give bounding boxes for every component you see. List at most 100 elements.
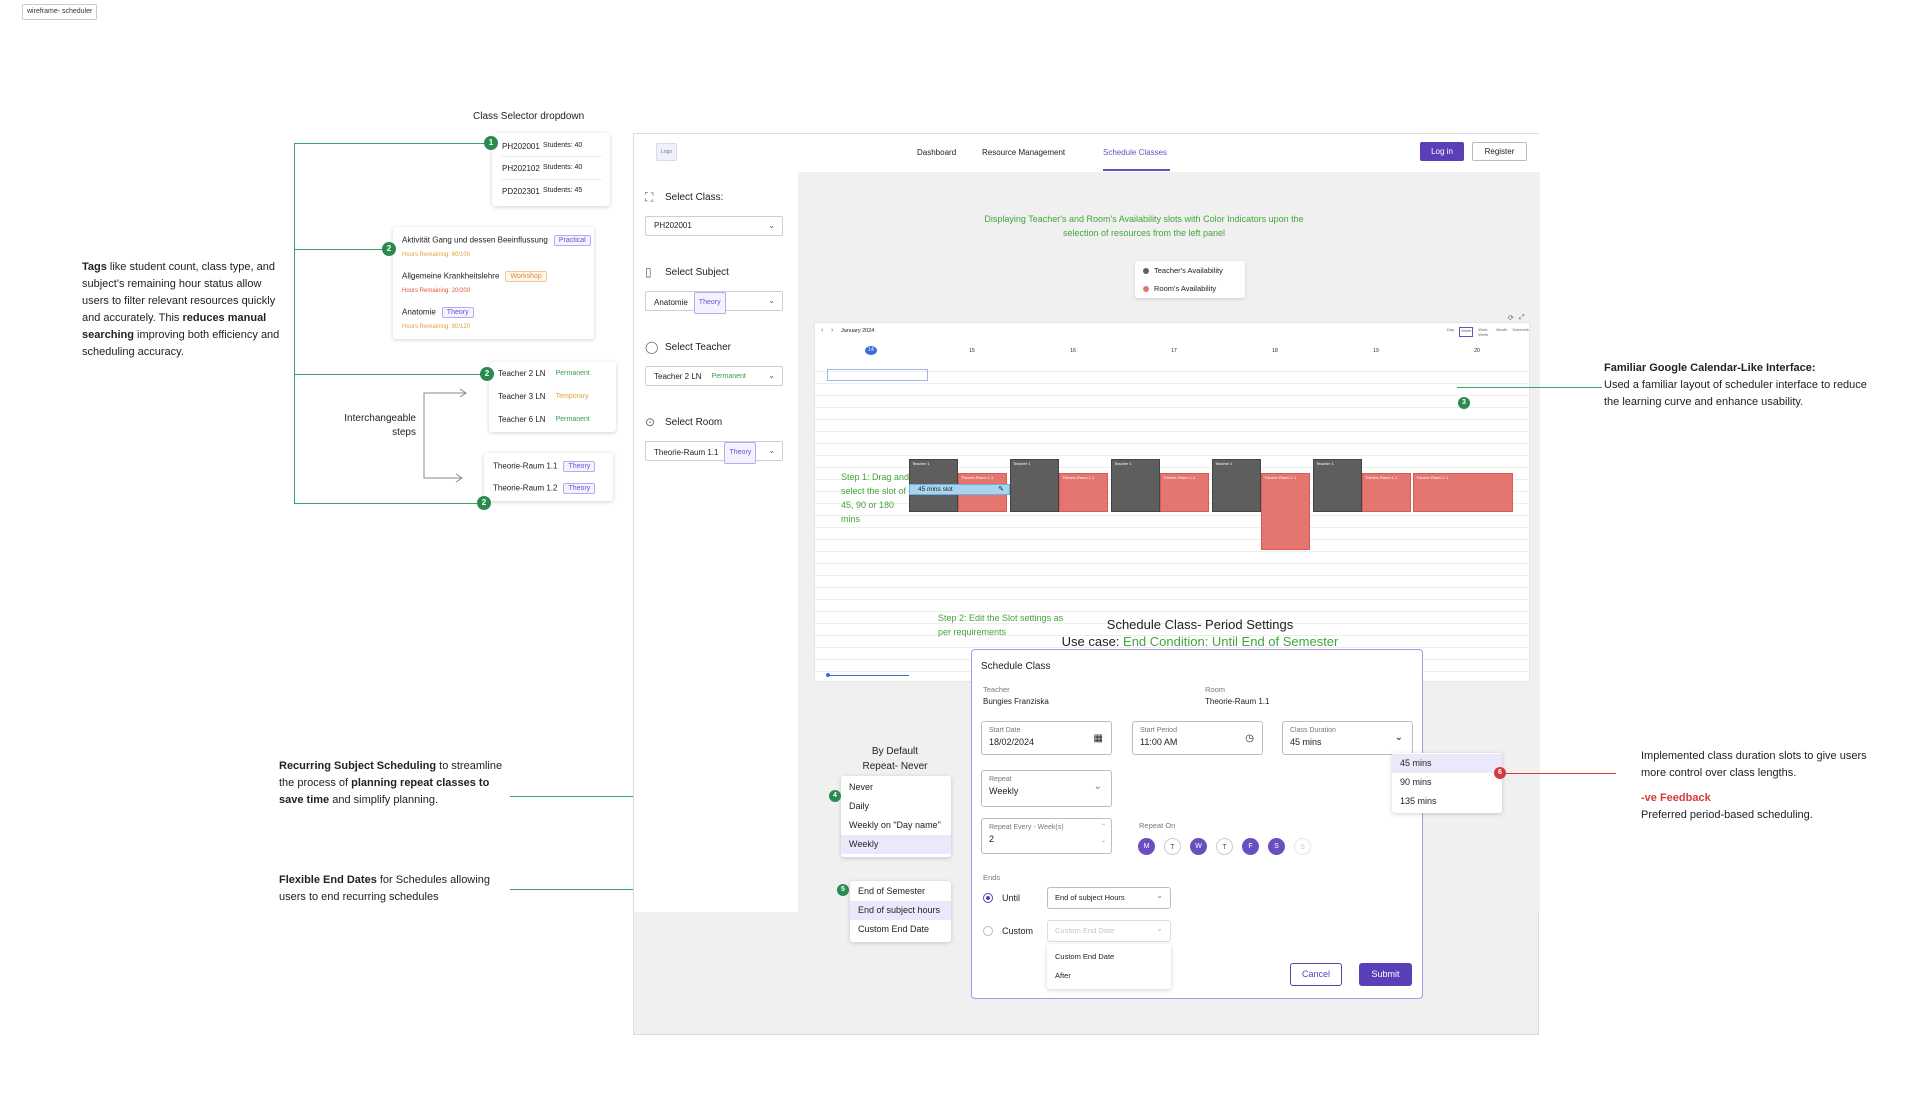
room-slot-4[interactable]: Theorie-Raum 1.1 — [1261, 473, 1310, 550]
use-case: Use case: End Condition: Until End of Se… — [1061, 634, 1339, 649]
teacher-option-1[interactable]: Teacher 2 LN Permanent — [498, 369, 594, 378]
room-option-2[interactable]: Theorie-Raum 1.2 Theory — [493, 483, 596, 494]
day-header[interactable]: 15 — [966, 348, 978, 354]
day-header[interactable]: 14 — [865, 346, 877, 355]
day-header[interactable]: 17 — [1168, 348, 1180, 354]
login-button[interactable]: Log in — [1420, 142, 1464, 161]
teacher-slot-3[interactable]: Teacher 1 — [1111, 459, 1160, 512]
subject-dropdown[interactable]: Aktivität Gang und dessen Beeinflussung P… — [393, 227, 594, 339]
room-slot-5[interactable]: Theorie-Raum 1.1 — [1362, 473, 1411, 512]
custom-end-date-field[interactable]: Custom End Date ⌄ — [1047, 920, 1171, 942]
repeat-option-never[interactable]: Never — [841, 778, 951, 797]
teacher-slot-5[interactable]: Teacher 1 — [1313, 459, 1362, 512]
until-dropdown[interactable]: End of subject Hours ⌄ — [1047, 887, 1171, 909]
custom-menu-option-2[interactable]: After — [1047, 966, 1171, 985]
day-tuesday[interactable]: T — [1164, 838, 1181, 855]
class-option-2[interactable]: PH202102 Students: 40 — [502, 164, 602, 173]
view-month[interactable]: Month — [1496, 327, 1507, 337]
teacher-slot-4[interactable]: Teacher 1 — [1212, 459, 1261, 512]
register-button[interactable]: Register — [1472, 142, 1527, 161]
teacher-option-2[interactable]: Teacher 3 LN Temporary — [498, 392, 593, 401]
refresh-icon[interactable]: ⟳ — [1508, 314, 1514, 322]
calendar-month[interactable]: January 2024 — [841, 328, 874, 334]
repeat-field[interactable]: Repeat Weekly ⌄ — [981, 770, 1112, 807]
custom-radio[interactable] — [983, 926, 993, 936]
room-slot-2[interactable]: Theorie-Raum 1.1 — [1059, 473, 1108, 512]
nav-schedule-classes[interactable]: Schedule Classes — [1103, 148, 1167, 157]
day-monday[interactable]: M — [1138, 838, 1155, 855]
left-panel: ⛶ Select Class: PH202001 ⌄ ▯ Select Subje… — [634, 172, 798, 912]
pencil-icon[interactable]: ✎ — [998, 485, 1004, 494]
expand-icon[interactable]: ⤢ — [1519, 314, 1525, 322]
cancel-button[interactable]: Cancel — [1290, 963, 1342, 986]
day-wednesday[interactable]: W — [1190, 838, 1207, 855]
day-sunday[interactable]: S — [1294, 838, 1311, 855]
repeat-option-daily[interactable]: Daily — [841, 797, 951, 816]
nav-resource-management[interactable]: Resource Management — [982, 148, 1065, 157]
chevron-down-icon[interactable]: ⌄ — [1156, 924, 1163, 933]
custom-end-menu[interactable]: Custom End Date After — [1047, 944, 1171, 989]
room-slot-6[interactable]: Theorie-Raum 1.1 — [1413, 473, 1513, 512]
time-selection[interactable] — [827, 369, 928, 381]
stepper-down-icon[interactable]: ⌄ — [1101, 837, 1106, 844]
view-schedule[interactable]: Schedule — [1512, 327, 1529, 337]
ends-option-semester[interactable]: End of Semester — [850, 882, 951, 901]
custom-menu-option-1[interactable]: Custom End Date — [1047, 947, 1171, 966]
until-radio[interactable] — [983, 893, 993, 903]
next-icon[interactable]: › — [831, 327, 833, 334]
recurring-note: Recurring Subject Scheduling to streamli… — [279, 760, 503, 806]
nav-dashboard[interactable]: Dashboard — [917, 148, 956, 157]
teacher-option-3[interactable]: Teacher 6 LN Permanent — [498, 415, 594, 424]
ends-menu[interactable]: End of Semester End of subject hours Cus… — [850, 881, 951, 942]
select-room-dropdown[interactable]: Theorie-Raum 1.1 Theory ⌄ — [645, 441, 783, 464]
submit-button[interactable]: Submit — [1359, 963, 1412, 986]
grid-line — [815, 407, 1531, 408]
view-switcher[interactable]: Day Week Work Week Month Schedule — [1447, 327, 1529, 337]
start-date-field[interactable]: Start Date 18/02/2024 ▦ — [981, 721, 1112, 755]
select-teacher-dropdown[interactable]: Teacher 2 LN Permanent ⌄ — [645, 366, 783, 386]
view-week[interactable]: Week — [1459, 327, 1474, 337]
prev-icon[interactable]: ‹ — [821, 327, 823, 334]
day-header[interactable]: 18 — [1269, 348, 1281, 354]
day-header[interactable]: 20 — [1471, 348, 1483, 354]
day-header[interactable]: 16 — [1067, 348, 1079, 354]
duration-option-3[interactable]: 135 mins — [1392, 792, 1502, 811]
chevron-down-icon[interactable]: ⌄ — [1094, 781, 1102, 792]
subject-option-3[interactable]: Anatomie Theory — [402, 307, 474, 318]
duration-option-2[interactable]: 90 mins — [1392, 773, 1502, 792]
room-dropdown[interactable]: Theorie-Raum 1.1 Theory Theorie-Raum 1.2 T… — [484, 453, 613, 501]
repeat-option-weekly[interactable]: Weekly — [841, 835, 951, 854]
chevron-down-icon[interactable]: ⌄ — [1395, 732, 1403, 743]
start-period-field[interactable]: Start Period 11:00 AM ◷ — [1132, 721, 1263, 755]
day-saturday[interactable]: S — [1268, 838, 1285, 855]
view-work-week[interactable]: Work Week — [1478, 327, 1491, 337]
room-slot-3[interactable]: Theorie-Raum 1.1 — [1160, 473, 1209, 512]
room-option-1[interactable]: Theorie-Raum 1.1 Theory — [493, 461, 596, 472]
selected-slot[interactable]: 45 mins slot ✎ — [909, 484, 1010, 495]
class-option-1[interactable]: PH202001 Students: 40 — [502, 142, 602, 151]
calendar-icon[interactable]: ▦ — [1094, 733, 1103, 744]
ends-option-custom[interactable]: Custom End Date — [850, 920, 951, 939]
day-friday[interactable]: F — [1242, 838, 1259, 855]
duration-option-1[interactable]: 45 mins — [1392, 754, 1502, 773]
day-thursday[interactable]: T — [1216, 838, 1233, 855]
duration-menu[interactable]: 45 mins 90 mins 135 mins — [1392, 753, 1502, 813]
class-option-3[interactable]: PD202301 Students: 45 — [502, 187, 602, 196]
ends-option-subject-hours[interactable]: End of subject hours — [850, 901, 951, 920]
repeat-every-field[interactable]: Repeat Every - Week(s) 2 ⌃ ⌄ — [981, 818, 1112, 854]
class-dropdown[interactable]: PH202001 Students: 40 PH202102 Students: 4… — [492, 133, 610, 206]
class-duration-field[interactable]: Class Duration 45 mins ⌄ — [1282, 721, 1413, 755]
teacher-slot-2[interactable]: Teacher 1 — [1010, 459, 1059, 512]
day-header[interactable]: 19 — [1370, 348, 1382, 354]
view-day[interactable]: Day — [1447, 327, 1454, 337]
select-class-dropdown[interactable]: PH202001 ⌄ — [645, 216, 783, 236]
subject-option-1[interactable]: Aktivität Gang und dessen Beeinflussung P… — [402, 235, 591, 246]
repeat-menu[interactable]: Never Daily Weekly on "Day name" Weekly — [841, 776, 951, 857]
clock-icon[interactable]: ◷ — [1245, 733, 1254, 744]
teacher-dropdown[interactable]: Teacher 2 LN Permanent Teacher 3 LN Tempor… — [489, 362, 616, 432]
stepper-up-icon[interactable]: ⌃ — [1101, 823, 1106, 830]
repeat-option-weekly-day[interactable]: Weekly on "Day name" — [841, 816, 951, 835]
chevron-down-icon[interactable]: ⌄ — [1156, 891, 1163, 900]
subject-option-2[interactable]: Allgemeine Krankheitslehre Workshop — [402, 271, 547, 282]
select-subject-dropdown[interactable]: Anatomie Theory ⌄ — [645, 291, 783, 314]
